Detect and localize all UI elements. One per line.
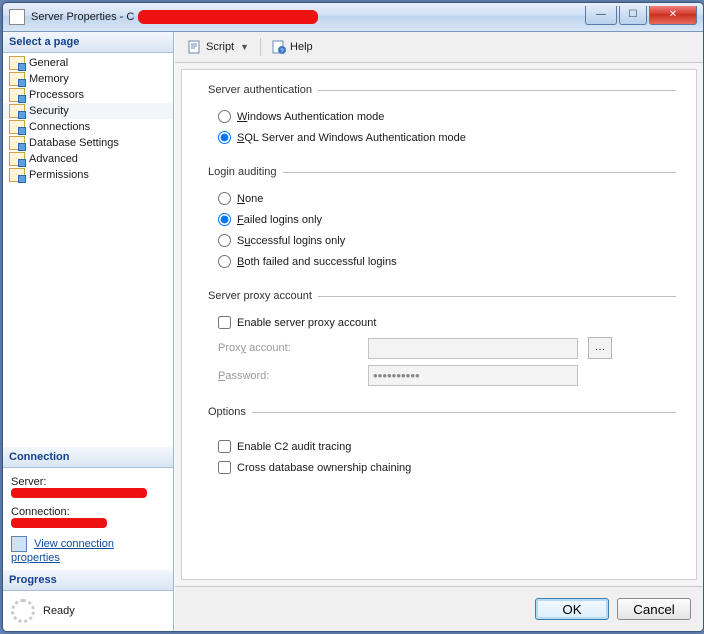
redacted-server — [11, 488, 147, 498]
sidebar-item-label: Memory — [29, 73, 69, 85]
ok-button[interactable]: OK — [535, 598, 609, 620]
audit-none-label[interactable]: None — [237, 193, 263, 205]
enable-proxy-checkbox[interactable] — [218, 316, 231, 329]
group-legend: Server authentication — [208, 84, 318, 96]
sidebar-item-memory[interactable]: Memory — [3, 71, 173, 87]
audit-success-label[interactable]: Successful logins only — [237, 235, 345, 247]
audit-success-radio[interactable] — [218, 234, 231, 247]
sidebar-item-permissions[interactable]: Permissions — [3, 167, 173, 183]
server-properties-dialog: Server Properties - C — ☐ ✕ Select a pag… — [2, 2, 704, 632]
audit-both-label[interactable]: Both failed and successful logins — [237, 256, 397, 268]
maximize-button[interactable]: ☐ — [619, 6, 647, 25]
help-button[interactable]: ? Help — [265, 37, 320, 57]
dropdown-icon[interactable]: ▼ — [240, 42, 249, 52]
connection-info: Server: Connection: View connection prop… — [3, 468, 173, 570]
sidebar-item-connections[interactable]: Connections — [3, 119, 173, 135]
sidebar-item-label: Processors — [29, 89, 84, 101]
help-icon: ? — [272, 40, 286, 54]
group-legend: Options — [208, 406, 252, 418]
windows-auth-label[interactable]: Windows Authentication mode — [237, 111, 384, 123]
proxy-account-input — [368, 338, 578, 359]
redacted-title — [138, 10, 318, 24]
options-group: Options Enable C2 audit tracing Cross da… — [208, 406, 676, 482]
sidebar-item-processors[interactable]: Processors — [3, 87, 173, 103]
close-button[interactable]: ✕ — [649, 6, 697, 25]
server-label: Server: — [11, 476, 165, 488]
script-icon — [188, 40, 202, 54]
group-legend: Login auditing — [208, 166, 283, 178]
minimize-button[interactable]: — — [585, 6, 617, 25]
page-icon — [9, 72, 25, 86]
progress-text: Ready — [43, 605, 75, 617]
proxy-password-label: Password: — [218, 370, 358, 382]
sidebar-item-label: Advanced — [29, 153, 78, 165]
page-icon — [9, 88, 25, 102]
sidebar-item-label: Database Settings — [29, 137, 119, 149]
script-button[interactable]: Script ▼ — [181, 37, 256, 57]
login-auditing-group: Login auditing None Failed logins only S… — [208, 166, 676, 276]
mixed-auth-label[interactable]: SQL Server and Windows Authentication mo… — [237, 132, 466, 144]
sidebar-item-general[interactable]: General — [3, 55, 173, 71]
sidebar-item-label: General — [29, 57, 68, 69]
page-list: General Memory Processors Security Conne… — [3, 53, 173, 185]
page-icon — [9, 152, 25, 166]
audit-both-radio[interactable] — [218, 255, 231, 268]
audit-failed-radio[interactable] — [218, 213, 231, 226]
window-icon — [9, 9, 25, 25]
audit-failed-label[interactable]: Failed logins only — [237, 214, 322, 226]
sidebar-item-advanced[interactable]: Advanced — [3, 151, 173, 167]
windows-auth-radio[interactable] — [218, 110, 231, 123]
help-label: Help — [290, 41, 313, 53]
select-page-header: Select a page — [3, 32, 173, 53]
toolbar: Script ▼ ? Help — [175, 32, 703, 63]
redacted-connection — [11, 518, 107, 528]
content-panel: Server authentication Windows Authentica… — [181, 69, 697, 580]
progress-row: Ready — [3, 591, 173, 631]
cancel-button[interactable]: Cancel — [617, 598, 691, 620]
script-label: Script — [206, 41, 234, 53]
mixed-auth-radio[interactable] — [218, 131, 231, 144]
sidebar-item-security[interactable]: Security — [3, 103, 173, 119]
dialog-footer: OK Cancel — [175, 586, 703, 631]
sidebar-item-label: Permissions — [29, 169, 89, 181]
cross-db-checkbox[interactable] — [218, 461, 231, 474]
sidebar-item-database-settings[interactable]: Database Settings — [3, 135, 173, 151]
server-proxy-group: Server proxy account Enable server proxy… — [208, 290, 676, 392]
page-icon — [9, 136, 25, 150]
cross-db-label[interactable]: Cross database ownership chaining — [237, 462, 411, 474]
c2-audit-label[interactable]: Enable C2 audit tracing — [237, 441, 351, 453]
connection-properties-icon — [11, 536, 27, 552]
server-authentication-group: Server authentication Windows Authentica… — [208, 84, 676, 152]
titlebar[interactable]: Server Properties - C — ☐ ✕ — [3, 3, 703, 32]
proxy-password-input — [368, 365, 578, 386]
enable-proxy-label[interactable]: Enable server proxy account — [237, 317, 376, 329]
sidebar-item-label: Connections — [29, 121, 90, 133]
c2-audit-checkbox[interactable] — [218, 440, 231, 453]
proxy-account-label: Proxy account: — [218, 342, 358, 354]
group-legend: Server proxy account — [208, 290, 318, 302]
progress-header: Progress — [3, 570, 173, 591]
audit-none-radio[interactable] — [218, 192, 231, 205]
page-icon — [9, 56, 25, 70]
page-icon — [9, 120, 25, 134]
sidebar-item-label: Security — [29, 105, 69, 117]
window-title: Server Properties - C — [31, 11, 134, 23]
page-icon — [9, 168, 25, 182]
browse-proxy-button: … — [588, 337, 612, 359]
connection-label: Connection: — [11, 506, 165, 518]
connection-header: Connection — [3, 447, 173, 468]
page-icon — [9, 104, 25, 118]
progress-spinner-icon — [11, 599, 35, 623]
sidebar: Select a page General Memory Processors … — [3, 32, 174, 631]
